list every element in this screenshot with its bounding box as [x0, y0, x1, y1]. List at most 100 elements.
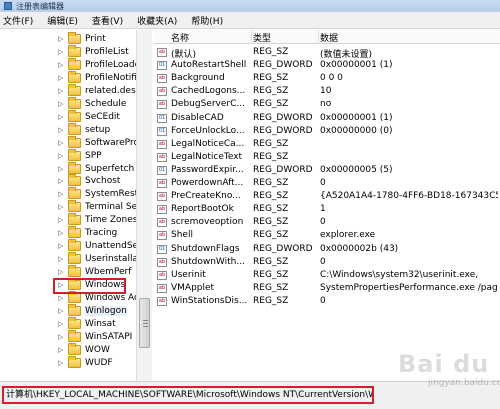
expand-arrow-icon[interactable]: ▷ — [58, 113, 65, 121]
registry-value-row[interactable]: ab (默认) REG_SZ (数值未设置) — [154, 46, 500, 60]
expand-arrow-icon[interactable]: ▷ — [58, 320, 65, 328]
value-name: CachedLogons... — [171, 86, 246, 97]
column-header-data[interactable]: 数据 — [320, 31, 338, 44]
value-data: no — [320, 99, 332, 110]
value-data: 0 0 0 — [320, 73, 343, 84]
expand-arrow-icon[interactable]: ▷ — [58, 216, 65, 224]
folder-icon — [68, 226, 81, 239]
expand-arrow-icon[interactable]: ▷ — [58, 255, 65, 263]
registry-value-row[interactable]: ab VMApplet REG_SZ SystemPropertiesPerforma… — [154, 282, 500, 295]
registry-value-row[interactable]: 01 DisableCAD REG_DWORD 0x00000001 (1) — [154, 112, 500, 125]
value-type: REG_SZ — [253, 295, 289, 306]
registry-value-row[interactable]: 01 ForceUnlockLo... REG_DWORD 0x00000000 (0… — [154, 125, 500, 138]
value-data: 0 — [320, 178, 326, 188]
menu-view[interactable]: 查看(V) — [92, 14, 123, 27]
expand-arrow-icon[interactable]: ▷ — [58, 126, 65, 134]
menu-favorites[interactable]: 收藏夹(A) — [137, 14, 177, 27]
menu-help[interactable]: 帮助(H) — [191, 14, 223, 27]
tree-item[interactable]: ▷ Time Zones — [58, 213, 138, 226]
value-name: scremoveoption — [171, 217, 244, 228]
expand-arrow-icon[interactable]: ▷ — [58, 165, 65, 173]
expand-arrow-icon[interactable]: ▷ — [58, 203, 65, 211]
tree-item[interactable]: ▷ SeCEdit — [58, 109, 120, 123]
tree-item-label: Winsat — [85, 318, 116, 329]
registry-value-row[interactable]: ab Shell REG_SZ explorer.exe — [154, 229, 500, 242]
registry-value-row[interactable]: ab ReportBootOk REG_SZ 1 — [154, 203, 500, 216]
value-name: DisableCAD — [171, 112, 224, 123]
registry-value-row[interactable]: ab LegalNoticeCa... REG_SZ — [154, 138, 500, 151]
registry-value-row[interactable]: ab Userinit REG_SZ C:\Windows\system32\user… — [154, 269, 500, 282]
expand-arrow-icon[interactable]: ▷ — [58, 333, 65, 341]
expand-arrow-icon[interactable]: ▷ — [58, 242, 65, 250]
registry-value-row[interactable]: ab LegalNoticeText REG_SZ — [154, 151, 500, 164]
expand-arrow-icon[interactable]: ▷ — [58, 190, 65, 198]
values-list-pane: 名称 类型 数据 ab (默认) REG_SZ (数值未设置) 01 AutoRestar… — [154, 30, 500, 381]
expand-arrow-icon[interactable]: ▷ — [58, 48, 65, 56]
registry-value-row[interactable]: ab CachedLogons... REG_SZ 10 — [154, 85, 500, 98]
expand-arrow-icon[interactable]: ▷ — [58, 87, 65, 95]
tree-item[interactable]: ▷ Winsat — [58, 316, 116, 330]
registry-value-row[interactable]: ab DebugServerC... REG_SZ no — [154, 98, 500, 111]
registry-value-row[interactable]: 01 AutoRestartShell REG_DWORD 0x00000001 (1… — [154, 59, 500, 72]
registry-value-row[interactable]: 01 PasswordExpir... REG_DWORD 0x00000005 (5… — [154, 164, 500, 177]
expand-arrow-icon[interactable]: ▷ — [58, 35, 65, 43]
tree-item[interactable]: ▷ WOW — [58, 342, 110, 356]
expand-arrow-icon[interactable]: ▷ — [58, 359, 65, 367]
tree-item-label: ProfileList — [85, 46, 129, 57]
expand-arrow-icon[interactable]: ▷ — [58, 268, 65, 276]
menu-edit[interactable]: 编辑(E) — [47, 14, 78, 27]
tree-item-label: WinSATAPI — [85, 331, 133, 342]
expand-arrow-icon[interactable]: ▷ — [58, 307, 65, 315]
folder-icon — [68, 316, 81, 329]
tree-vertical-scrollbar[interactable] — [136, 30, 152, 381]
tree-item[interactable]: ▷ ProfileLoader — [58, 57, 144, 71]
column-header-type[interactable]: 类型 — [253, 31, 271, 44]
binary-value-icon: 01 — [157, 126, 167, 136]
folder-icon — [68, 57, 81, 70]
tree-item[interactable]: ▷ Tracing — [58, 226, 117, 239]
registry-value-row[interactable]: ab scremoveoption REG_SZ 0 — [154, 216, 500, 229]
tree-item[interactable]: ▷ SPP — [58, 148, 102, 162]
value-type: REG_SZ — [253, 282, 289, 293]
registry-tree-pane[interactable]: ▷ Print ▷ ProfileList ▷ ProfileLoader ▷ Profile… — [0, 30, 152, 381]
value-type: REG_SZ — [253, 73, 289, 84]
folder-icon — [68, 252, 81, 265]
value-data: SystemPropertiesPerformance.exe /pagefil… — [320, 282, 498, 293]
registry-value-row[interactable]: 01 ShutdownFlags REG_DWORD 0x0000002b (43) — [154, 243, 500, 256]
expand-arrow-icon[interactable]: ▷ — [58, 229, 65, 237]
menu-file[interactable]: 文件(F) — [3, 14, 33, 27]
registry-value-row[interactable]: ab ShutdownWith... REG_SZ 0 — [154, 256, 500, 269]
tree-item[interactable]: ▷ ProfileList — [58, 44, 129, 58]
value-data: C:\Windows\system32\userinit.exe, — [320, 269, 479, 280]
tree-item[interactable]: ▷ Superfetch — [58, 161, 134, 175]
tree-item[interactable]: ▷ Svchost — [58, 174, 120, 187]
registry-value-row[interactable]: ab PreCreateKno... REG_SZ {A520A1A4-1780-4F… — [154, 190, 500, 203]
registry-value-row[interactable]: ab WinStationsDis... REG_SZ 0 — [154, 295, 500, 308]
value-name: PreCreateKno... — [171, 191, 241, 202]
expand-arrow-icon[interactable]: ▷ — [58, 346, 65, 354]
expand-arrow-icon[interactable]: ▷ — [58, 152, 65, 160]
expand-arrow-icon[interactable]: ▷ — [58, 61, 65, 69]
expand-arrow-icon[interactable]: ▷ — [58, 100, 65, 108]
tree-item[interactable]: ▷ WinSATAPI — [58, 329, 133, 343]
expand-arrow-icon[interactable]: ▷ — [58, 139, 65, 147]
expand-arrow-icon[interactable]: ▷ — [58, 74, 65, 82]
value-name: PasswordExpir... — [171, 164, 244, 175]
registry-value-row[interactable]: ab Background REG_SZ 0 0 0 — [154, 72, 500, 85]
expand-arrow-icon[interactable]: ▷ — [58, 177, 65, 185]
tree-item[interactable]: ▷ WUDF — [58, 355, 113, 369]
tree-item[interactable]: ▷ WbemPerf — [58, 265, 131, 278]
tree-item[interactable]: ▷ setup — [58, 122, 110, 136]
value-name: DebugServerC... — [171, 99, 245, 110]
column-header-name[interactable]: 名称 — [171, 31, 189, 44]
tree-item[interactable]: ▷ Print — [58, 32, 106, 45]
string-value-icon: ab — [157, 87, 167, 97]
tree-item[interactable]: ▷ related.desc — [58, 83, 141, 97]
tree-item[interactable]: ▷ Schedule — [58, 96, 126, 110]
scrollbar-thumb[interactable] — [139, 298, 150, 348]
tree-item[interactable]: ▷ Winlogon — [58, 303, 127, 317]
value-name: AutoRestartShell — [171, 60, 247, 71]
tree-item-label: Winlogon — [85, 305, 127, 316]
registry-value-row[interactable]: ab PowerdownAft... REG_SZ 0 — [154, 177, 500, 190]
expand-arrow-icon[interactable]: ▷ — [58, 294, 65, 302]
